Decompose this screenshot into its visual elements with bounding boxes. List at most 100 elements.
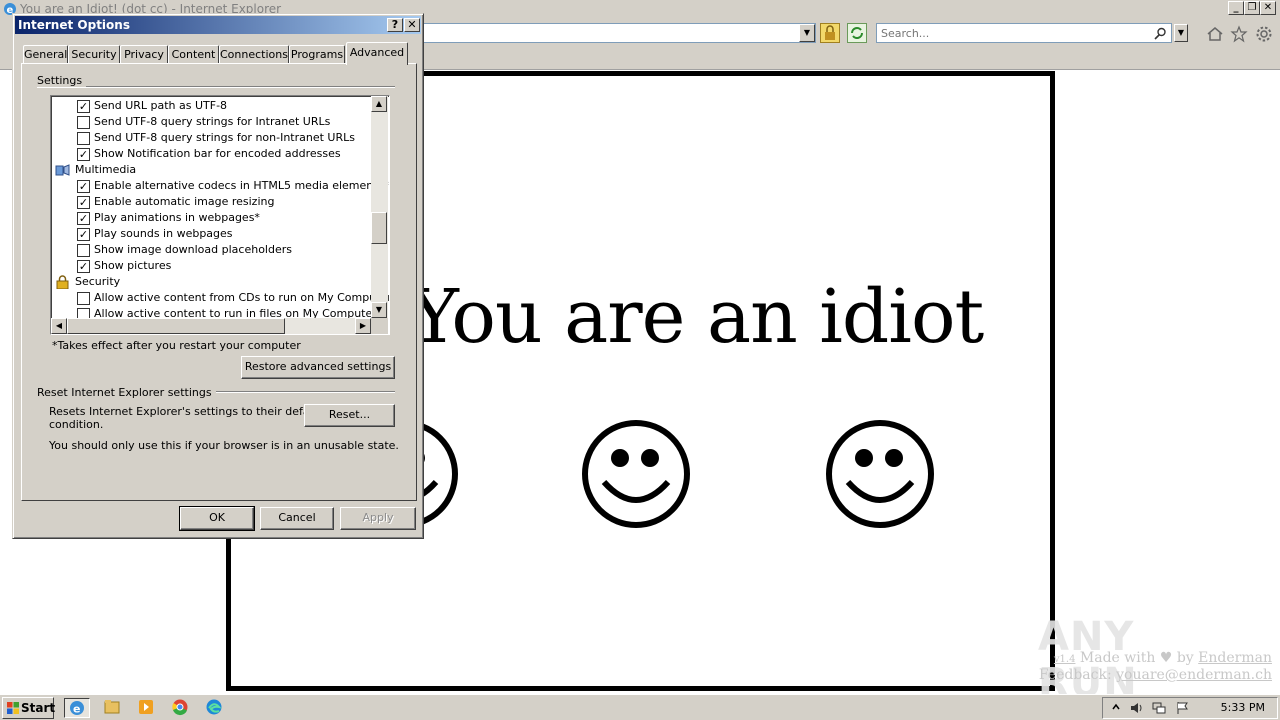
tab-connections[interactable]: Connections xyxy=(219,45,289,64)
horizontal-scroll-thumb[interactable] xyxy=(67,318,285,334)
smiley-face-icon xyxy=(582,420,690,528)
settings-listbox[interactable]: ✓ Send URL path as UTF-8 Send UTF-8 query … xyxy=(50,95,390,335)
settings-option[interactable]: ✓ Play sounds in webpages xyxy=(53,226,373,242)
scroll-right-button[interactable]: ▶ xyxy=(355,318,371,334)
settings-list: ✓ Send URL path as UTF-8 Send UTF-8 query … xyxy=(53,98,389,322)
tab-security[interactable]: Security xyxy=(68,45,120,64)
settings-item-label: Send URL path as UTF-8 xyxy=(94,99,228,112)
author-link[interactable]: Enderman xyxy=(1198,650,1272,666)
refresh-icon[interactable] xyxy=(847,23,867,43)
settings-option[interactable]: Send UTF-8 query strings for non-Intrane… xyxy=(53,130,373,146)
restore-button[interactable]: ❐ xyxy=(1244,1,1260,15)
taskbar-app-chrome[interactable] xyxy=(168,698,194,718)
settings-option[interactable]: ✓ Show Notification bar for encoded addre… xyxy=(53,146,373,162)
settings-category: Security xyxy=(53,274,373,290)
edge-icon xyxy=(206,699,222,715)
checkbox-checked[interactable]: ✓ xyxy=(77,228,90,241)
minimize-button[interactable]: _ xyxy=(1228,1,1244,15)
settings-option[interactable]: Show image download placeholders xyxy=(53,242,373,258)
checkbox-unchecked[interactable] xyxy=(77,116,90,129)
ok-button[interactable]: OK xyxy=(179,506,255,531)
settings-option[interactable]: ✓ Send URL path as UTF-8 xyxy=(53,98,373,114)
dialog-titlebar: Internet Options ? ✕ xyxy=(15,16,421,34)
settings-option[interactable]: Send UTF-8 query strings for Intranet UR… xyxy=(53,114,373,130)
tab-privacy[interactable]: Privacy xyxy=(120,45,168,64)
address-dropdown-button[interactable]: ▼ xyxy=(799,24,815,42)
help-button[interactable]: ? xyxy=(387,18,403,32)
checkbox-checked[interactable]: ✓ xyxy=(77,212,90,225)
address-bar[interactable] xyxy=(420,23,816,43)
tab-programs[interactable]: Programs xyxy=(289,45,345,64)
settings-option[interactable]: ✓ Enable alternative codecs in HTML5 medi… xyxy=(53,178,389,194)
network-icon[interactable] xyxy=(1151,701,1167,715)
feedback-line: Feedback: youare@enderman.ch xyxy=(1039,667,1272,683)
restart-note: *Takes effect after you restart your com… xyxy=(52,339,301,352)
windows-flag-icon xyxy=(7,702,19,714)
scroll-up-button[interactable]: ▲ xyxy=(371,96,387,112)
search-input[interactable] xyxy=(881,26,1151,40)
vertical-scrollbar[interactable]: ▲ ▼ xyxy=(371,96,388,318)
scroll-down-button[interactable]: ▼ xyxy=(371,302,387,318)
favorites-star-icon[interactable] xyxy=(1230,25,1248,43)
feedback-label: Feedback: xyxy=(1038,667,1117,683)
volume-icon[interactable] xyxy=(1129,701,1145,715)
taskbar-app-edge[interactable] xyxy=(202,698,228,718)
scroll-left-button[interactable]: ◀ xyxy=(51,318,67,334)
cancel-button[interactable]: Cancel xyxy=(260,507,334,530)
multimedia-icon xyxy=(55,164,70,176)
taskbar-app-internet-explorer[interactable]: e xyxy=(64,698,90,718)
search-icon[interactable] xyxy=(1154,27,1167,40)
apply-button[interactable]: Apply xyxy=(340,507,416,530)
horizontal-scrollbar[interactable]: ◀ ▶ xyxy=(51,318,371,334)
reset-description-line2: condition. xyxy=(49,418,104,431)
dialog-close-button[interactable]: ✕ xyxy=(404,18,420,32)
settings-item-label: Show pictures xyxy=(94,259,172,272)
checkbox-unchecked[interactable] xyxy=(77,292,90,305)
feedback-email-link[interactable]: youare@enderman.ch xyxy=(1116,667,1272,683)
search-dropdown-button[interactable]: ▼ xyxy=(1174,24,1188,42)
checkbox-checked[interactable]: ✓ xyxy=(77,180,90,193)
checkbox-unchecked[interactable] xyxy=(77,132,90,145)
chrome-icon xyxy=(172,699,188,716)
version-link[interactable]: v1.4 xyxy=(1054,654,1076,665)
show-hidden-icons-icon[interactable] xyxy=(1111,702,1121,714)
vertical-scroll-thumb[interactable] xyxy=(371,212,387,244)
system-tray: 5:33 PM xyxy=(1102,697,1278,719)
reset-warning: You should only use this if your browser… xyxy=(49,439,399,452)
settings-item-label: Security xyxy=(75,275,121,288)
tab-content[interactable]: Content xyxy=(168,45,219,64)
action-center-flag-icon[interactable] xyxy=(1175,701,1191,715)
tab-advanced[interactable]: Advanced xyxy=(346,42,408,65)
close-button[interactable]: ✕ xyxy=(1260,1,1276,15)
checkbox-checked[interactable]: ✓ xyxy=(77,196,90,209)
clock[interactable]: 5:33 PM xyxy=(1221,701,1265,714)
internet-options-dialog: Internet Options ? ✕ General Security Pr… xyxy=(12,13,424,539)
settings-option[interactable]: ✓ Enable automatic image resizing xyxy=(53,194,373,210)
reset-group-title: Reset Internet Explorer settings xyxy=(37,386,216,399)
taskbar-app-media-player[interactable] xyxy=(134,698,160,718)
search-box[interactable] xyxy=(876,23,1172,43)
checkbox-checked[interactable]: ✓ xyxy=(77,148,90,161)
settings-option[interactable]: Allow active content from CDs to run on … xyxy=(53,290,389,306)
settings-item-label: Show image download placeholders xyxy=(94,243,292,256)
checkbox-checked[interactable]: ✓ xyxy=(77,260,90,273)
svg-text:e: e xyxy=(73,703,80,716)
checkbox-unchecked[interactable] xyxy=(77,244,90,257)
settings-item-label: Send UTF-8 query strings for non-Intrane… xyxy=(94,131,355,144)
home-icon[interactable] xyxy=(1206,25,1224,43)
page-headline: You are an idiot xyxy=(410,274,984,360)
restore-advanced-settings-button[interactable]: Restore advanced settings xyxy=(241,356,395,379)
tab-general[interactable]: General xyxy=(23,45,68,64)
reset-button[interactable]: Reset... xyxy=(304,404,395,427)
checkbox-checked[interactable]: ✓ xyxy=(77,100,90,113)
settings-option[interactable]: ✓ Show pictures xyxy=(53,258,373,274)
settings-option[interactable]: ✓ Play animations in webpages* xyxy=(53,210,373,226)
settings-item-label: Enable automatic image resizing xyxy=(94,195,275,208)
taskbar-app-file-explorer[interactable] xyxy=(100,698,126,718)
security-lock-icon[interactable] xyxy=(820,23,840,43)
credits-text: Made with ♥ by xyxy=(1075,650,1199,666)
start-button[interactable]: Start xyxy=(2,697,56,719)
credits-line: v1.4 Made with ♥ by Enderman xyxy=(1054,650,1272,666)
settings-gear-icon[interactable] xyxy=(1255,25,1273,43)
start-label: Start xyxy=(21,701,56,715)
